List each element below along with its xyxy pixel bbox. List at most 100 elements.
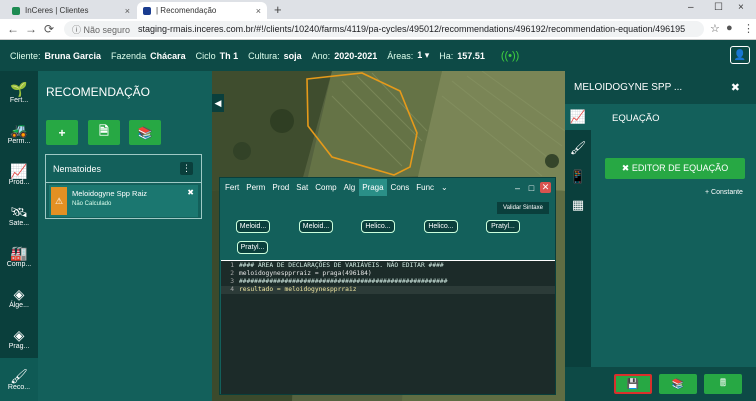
rail-label: Perm... [7,138,31,145]
tab-close-icon[interactable]: × [125,6,130,16]
kebab-icon: ⋮ [182,163,191,173]
variable-chip[interactable]: Helico... [361,220,395,233]
rail-item-compactacao[interactable]: 🏭 Comp... [0,235,38,278]
user-icon: 👤 [733,49,747,61]
line-number: 3 [230,278,234,285]
add-button[interactable]: + [46,120,78,145]
forward-icon[interactable]: → [25,22,37,36]
pdf-button[interactable]: 🗎 [88,120,120,145]
browser-menu-icon[interactable]: ⋮ [743,22,754,35]
calculator-icon[interactable]: ▦ [565,192,591,218]
layers-icon: ◈ [13,286,25,302]
layers-icon: ◈ [13,327,25,343]
list-item[interactable]: ⚠ Meloidogyne Spp Raiz Não Calculado ✖ [49,185,198,217]
browser-tab-recomendacao[interactable]: | Recomendação × [137,2,267,19]
equation-panel-title: MELOIDOGYNE SPP ... [574,82,683,93]
app-header: Cliente: Bruna Garcia Fazenda Chácara Cicl… [0,40,756,71]
cultura-value: soja [283,50,302,61]
url-input[interactable]: ⓘ Não seguro staging-rmais.inceres.com.b… [64,21,704,37]
collapse-panel-button[interactable]: ◀ [212,94,224,112]
header-ha: Ha: 157.51 [439,51,485,61]
profile-avatar-icon[interactable]: ● [726,22,733,34]
back-icon[interactable]: ← [7,22,19,36]
library-button[interactable]: 📚 [659,374,697,394]
user-menu-button[interactable]: 👤 [730,46,750,64]
fazenda-label: Fazenda [111,50,147,61]
tab-sat[interactable]: Sat [293,179,311,196]
rail-item-permanentes[interactable]: 🚜 Perm... [0,112,38,155]
tab-perm[interactable]: Perm [243,179,268,196]
rail-item-pragas[interactable]: ◈ Prag... [0,317,38,360]
browser-tab-bar: InCeres | Clientes × | Recomendação × + … [0,0,756,19]
save-button[interactable]: 💾 [614,374,652,394]
variable-chip[interactable]: Meloid... [299,220,333,233]
rail-item-satelite[interactable]: 🛰 Sate... [0,194,38,237]
minimize-editor-button[interactable]: – [512,182,523,193]
browser-tab-clientes[interactable]: InCeres | Clientes × [6,2,136,19]
recommendation-panel: RECOMENDAÇÃO + 🗎 📚 Nematoides ⋮ ⚠ Meloid… [38,71,212,401]
header-cliente: Cliente: Bruna Garcia [10,51,101,61]
editor-tabs: Fert Perm Prod Sat Comp Alg Praga Cons F… [220,178,557,197]
close-panel-icon[interactable]: ✖ [731,81,740,94]
maximize-button[interactable]: ☐ [714,2,723,13]
rail-item-fertilidade[interactable]: 🌱 Fert... [0,71,38,114]
equation-panel-header: MELOIDOGYNE SPP ... ✖ [565,71,756,104]
library-button[interactable]: 📚 [129,120,161,145]
variable-chip[interactable]: Pratyl... [486,220,520,233]
line-number: 2 [230,270,234,277]
mobile-icon[interactable]: 📱 [565,164,591,190]
card-menu-button[interactable]: ⋮ [180,162,193,175]
security-indicator[interactable]: ⓘ Não seguro [72,23,130,36]
line-number: 4 [230,286,234,293]
tab-alg[interactable]: Alg [341,179,359,196]
favicon-icon [143,6,151,15]
minimize-button[interactable]: – [688,2,694,13]
books-icon: 📚 [671,378,685,390]
close-window-button[interactable]: × [738,2,744,13]
rail-label: Prod... [8,179,30,186]
satellite-icon: 🛰 [10,204,28,220]
areas-select[interactable]: 1 ▾ [417,50,429,61]
code-line: 2 meloidogynespprraiz = praga(496184) [221,270,555,278]
chart-line-icon[interactable]: 📈 [565,104,591,130]
close-editor-button[interactable]: ✕ [540,182,551,193]
cliente-label: Cliente: [10,50,41,61]
tab-func[interactable]: Func [413,179,437,196]
rail-label: Álge... [9,302,29,309]
validate-syntax-button[interactable]: Validar Sintaxe [497,202,549,214]
header-areas[interactable]: Áreas: 1 ▾ [387,50,429,61]
code-editor[interactable]: 1 #### ÁREA DE DECLARAÇÕES DE VARIÁVEIS. … [221,260,555,394]
new-tab-button[interactable]: + [274,2,282,17]
fertilidade-icon: 🌱 [10,81,28,97]
tab-cons[interactable]: Cons [388,179,413,196]
rail-item-produtividade[interactable]: 📈 Prod... [0,153,38,196]
variable-chip[interactable]: Pratyl... [237,241,268,254]
rail-item-algebra[interactable]: ◈ Álge... [0,276,38,319]
tab-fert[interactable]: Fert [222,179,242,196]
bookmark-star-icon[interactable]: ☆ [710,22,720,35]
ciclo-value: Th 1 [219,50,239,61]
add-constant-link[interactable]: + Constante [705,189,743,196]
maximize-editor-button[interactable]: □ [526,182,537,193]
tab-close-icon[interactable]: × [256,6,261,16]
tab-comp[interactable]: Comp [312,179,339,196]
code-text: #### ÁREA DE DECLARAÇÕES DE VARIÁVEIS. N… [239,262,444,269]
tab-praga[interactable]: Praga [359,179,387,196]
equation-editor-button[interactable]: ✖ EDITOR DE EQUAÇÃO [605,158,745,179]
item-status: Não Calculado [72,201,112,207]
remove-item-icon[interactable]: ✖ [187,188,194,197]
tabs-more-chevron-icon[interactable]: ⌄ [438,179,451,196]
variable-chip[interactable]: Helico... [424,220,458,233]
paint-roller-icon[interactable]: 🖌 [565,135,591,161]
reload-icon[interactable]: ⟳ [44,22,54,36]
calculate-button[interactable]: 🖩 [704,374,742,394]
ciclo-label: Ciclo [195,50,216,61]
equation-rail: 📈 🖌 📱 ▦ [565,104,591,367]
variable-chip[interactable]: Meloid... [236,220,270,233]
tractor-icon: 🚜 [10,122,28,138]
ano-value: 2020-2021 [334,50,378,61]
ha-label: Ha: [439,50,454,61]
fazenda-value: Chácara [150,50,186,61]
tab-prod[interactable]: Prod [269,179,292,196]
rail-item-recomendacao[interactable]: 🖌 Reco... [0,358,38,401]
